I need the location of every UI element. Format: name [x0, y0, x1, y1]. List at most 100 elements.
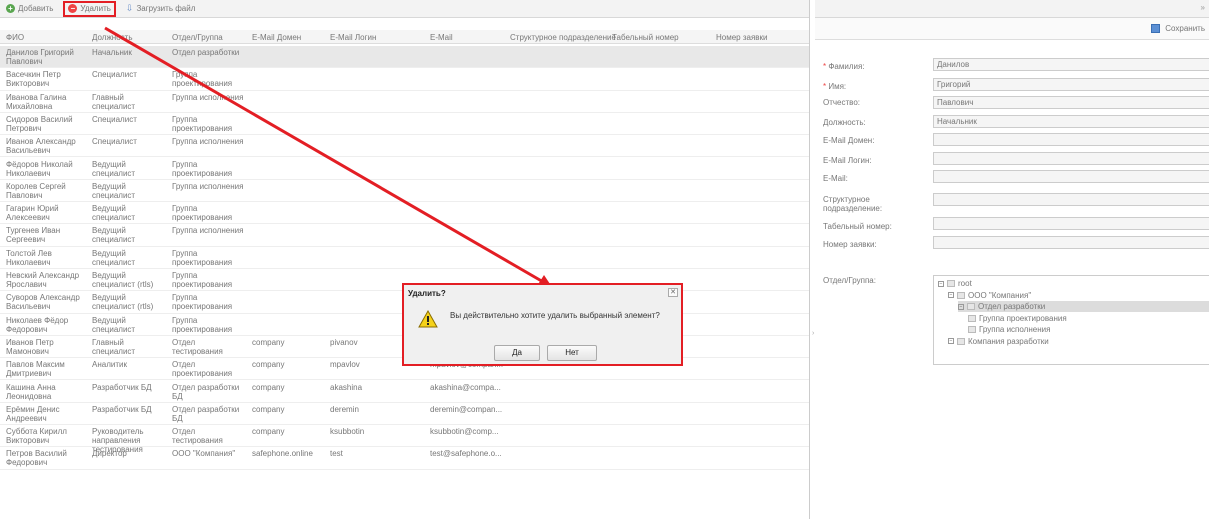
form-input[interactable]: Данилов: [933, 58, 1209, 71]
column-header[interactable]: Отдел/Группа: [172, 33, 223, 42]
column-header[interactable]: Структурное подразделение: [510, 33, 616, 42]
table-row[interactable]: Петров Василий Федорович Директор ООО "Ком…: [0, 447, 809, 470]
cell-email: akashina@compa...: [430, 382, 501, 392]
cell-dept: Группа проектирования: [172, 70, 233, 89]
cell-dept: Отдел проектирования: [172, 360, 233, 379]
cell-dept: Группа проектирования: [172, 114, 233, 133]
form-input[interactable]: [933, 133, 1209, 146]
cell-fio: Королев Сергей Павлович: [6, 181, 66, 200]
column-header[interactable]: E-Mail Домен: [252, 33, 301, 42]
cell-dept: Группа проектирования: [172, 271, 233, 289]
cell-pos: Директор: [92, 449, 127, 459]
cell-dept: Группа проектирования: [172, 159, 233, 178]
cell-fio: Иванов Петр Мамонович: [6, 337, 54, 356]
field-label-text: E-Mail Домен:: [823, 136, 875, 145]
table-row[interactable]: Сидоров Василий Петрович Специалист Группа…: [0, 113, 809, 136]
tree-node[interactable]: − root: [938, 278, 972, 289]
field-label-text: E-Mail:: [823, 174, 848, 183]
folder-icon: [968, 326, 976, 333]
cell-pos: Ведущий специалист (rtls): [92, 271, 154, 289]
cell-pos: Ведущий специалист (rtls): [92, 293, 154, 312]
form-input[interactable]: [933, 236, 1209, 249]
tree-node-label: ООО "Компания": [968, 290, 1032, 300]
tree-expand-icon[interactable]: −: [948, 292, 954, 298]
cell-domain: safephone.online: [252, 449, 313, 459]
cell-fio: Гагарин Юрий Алексеевич: [6, 204, 59, 223]
cell-fio: Суббота Кирилл Викторович: [6, 427, 67, 446]
delete-button[interactable]: − Удалить: [63, 0, 116, 17]
folder-icon: [947, 280, 955, 287]
field-label-text: Имя:: [828, 82, 847, 91]
tree-expand-icon[interactable]: −: [958, 303, 964, 310]
yes-button[interactable]: Да: [494, 345, 540, 361]
tree-node[interactable]: Группа проектирования: [968, 313, 1067, 324]
field-label-text: Должность:: [823, 118, 866, 127]
table-row[interactable]: Васечкин Петр Викторович Специалист Группа…: [0, 68, 809, 91]
cell-fio: Невский Александр Ярославич: [6, 271, 80, 289]
cell-email: test@safephone.o...: [430, 449, 502, 459]
upload-button-label: Загрузить файл: [136, 4, 196, 13]
column-header[interactable]: Табельный номер: [612, 33, 679, 42]
collapse-icon[interactable]: »: [1201, 3, 1205, 12]
column-header[interactable]: ФИО: [6, 33, 24, 42]
tree-node[interactable]: − Отдел разработки: [958, 301, 1209, 312]
form-input[interactable]: Начальник: [933, 115, 1209, 128]
tree-expand-icon[interactable]: −: [938, 280, 944, 287]
table-row[interactable]: Кашина Анна Леонидовна Разработчик БД Отде…: [0, 381, 809, 403]
column-header[interactable]: Номер заявки: [716, 33, 768, 42]
tree-expand-icon[interactable]: −: [948, 338, 954, 344]
cell-dept: Отдел тестирования: [172, 427, 223, 446]
cell-pos: Главный специалист: [92, 337, 136, 356]
form-input[interactable]: [933, 170, 1209, 183]
upload-file-button[interactable]: ⇩ Загрузить файл: [124, 2, 197, 16]
cell-pos: Специалист: [92, 114, 137, 124]
add-button[interactable]: + Добавить: [4, 2, 55, 16]
tree-node[interactable]: − ООО "Компания": [948, 290, 1031, 301]
table-row[interactable]: Иванова Галина Михайловна Главный специал…: [0, 91, 809, 113]
form-input[interactable]: [933, 152, 1209, 165]
table-row[interactable]: Королев Сергей Павлович Ведущий специалис…: [0, 180, 809, 203]
column-header[interactable]: E-Mail Логин: [330, 33, 376, 42]
form-toolbar: Сохранить: [815, 18, 1209, 40]
form-input[interactable]: [933, 217, 1209, 230]
cell-pos: Ведущий специалист: [92, 315, 136, 334]
cell-pos: Специалист: [92, 70, 137, 80]
cell-fio: Иванов Александр Васильевич: [6, 137, 76, 156]
form-input[interactable]: Павлович: [933, 96, 1209, 109]
table-row[interactable]: Толстой Лев Николаевич Ведущий специалист…: [0, 247, 809, 269]
folder-icon: [967, 303, 975, 310]
cell-dept: Отдел разработки: [172, 48, 240, 57]
field-label: E-Mail Логин:: [823, 156, 928, 165]
tree-node-label: Группа проектирования: [979, 313, 1067, 323]
dialog-header: Удалить? ✕: [404, 285, 681, 300]
department-tree[interactable]: − root − ООО "Компания" − Отдел разработки Гру…: [933, 275, 1209, 365]
table-row[interactable]: Суббота Кирилл Викторович Руководитель на…: [0, 425, 809, 454]
yes-button-label: Да: [512, 348, 522, 357]
dialog-close-icon[interactable]: ✕: [668, 288, 678, 297]
panel-splitter[interactable]: ›: [812, 330, 814, 337]
tree-node[interactable]: Группа исполнения: [968, 324, 1050, 335]
table-row[interactable]: Фёдоров Николай Николаевич Ведущий специа…: [0, 158, 809, 180]
column-header[interactable]: Должность: [92, 33, 133, 42]
field-label: Структурное подразделение:: [823, 195, 928, 213]
column-header[interactable]: E-Mail: [430, 33, 453, 42]
tree-node[interactable]: − Компания разработки: [948, 336, 1049, 347]
cell-fio: Сидоров Василий Петрович: [6, 114, 73, 133]
table-row[interactable]: Гагарин Юрий Алексеевич Ведущий специалис…: [0, 202, 809, 225]
table-row[interactable]: Тургенев Иван Сергеевич Ведущий специалис…: [0, 224, 809, 247]
save-button[interactable]: Сохранить: [1151, 24, 1205, 33]
field-label: * Имя:: [823, 82, 928, 91]
form-input[interactable]: Григорий: [933, 78, 1209, 91]
cell-pos: Специалист: [92, 137, 137, 147]
cell-fio: Кашина Анна Леонидовна: [6, 382, 56, 401]
no-button[interactable]: Нет: [547, 345, 597, 361]
form-input[interactable]: [933, 193, 1209, 206]
cell-pos: Ведущий специалист: [92, 181, 136, 200]
cell-fio: Петров Василий Федорович: [6, 449, 67, 468]
cell-dept: Группа исполнения: [172, 92, 244, 102]
cell-dept: Группа исполнения: [172, 226, 244, 236]
cell-pos: Начальник: [92, 48, 132, 57]
table-row[interactable]: Ерёмин Денис Андреевич Разработчик БД Отде…: [0, 403, 809, 426]
table-row[interactable]: Данилов Григорий Павлович Начальник Отдел …: [0, 46, 809, 69]
table-row[interactable]: Иванов Александр Васильевич Специалист Гру…: [0, 135, 809, 158]
